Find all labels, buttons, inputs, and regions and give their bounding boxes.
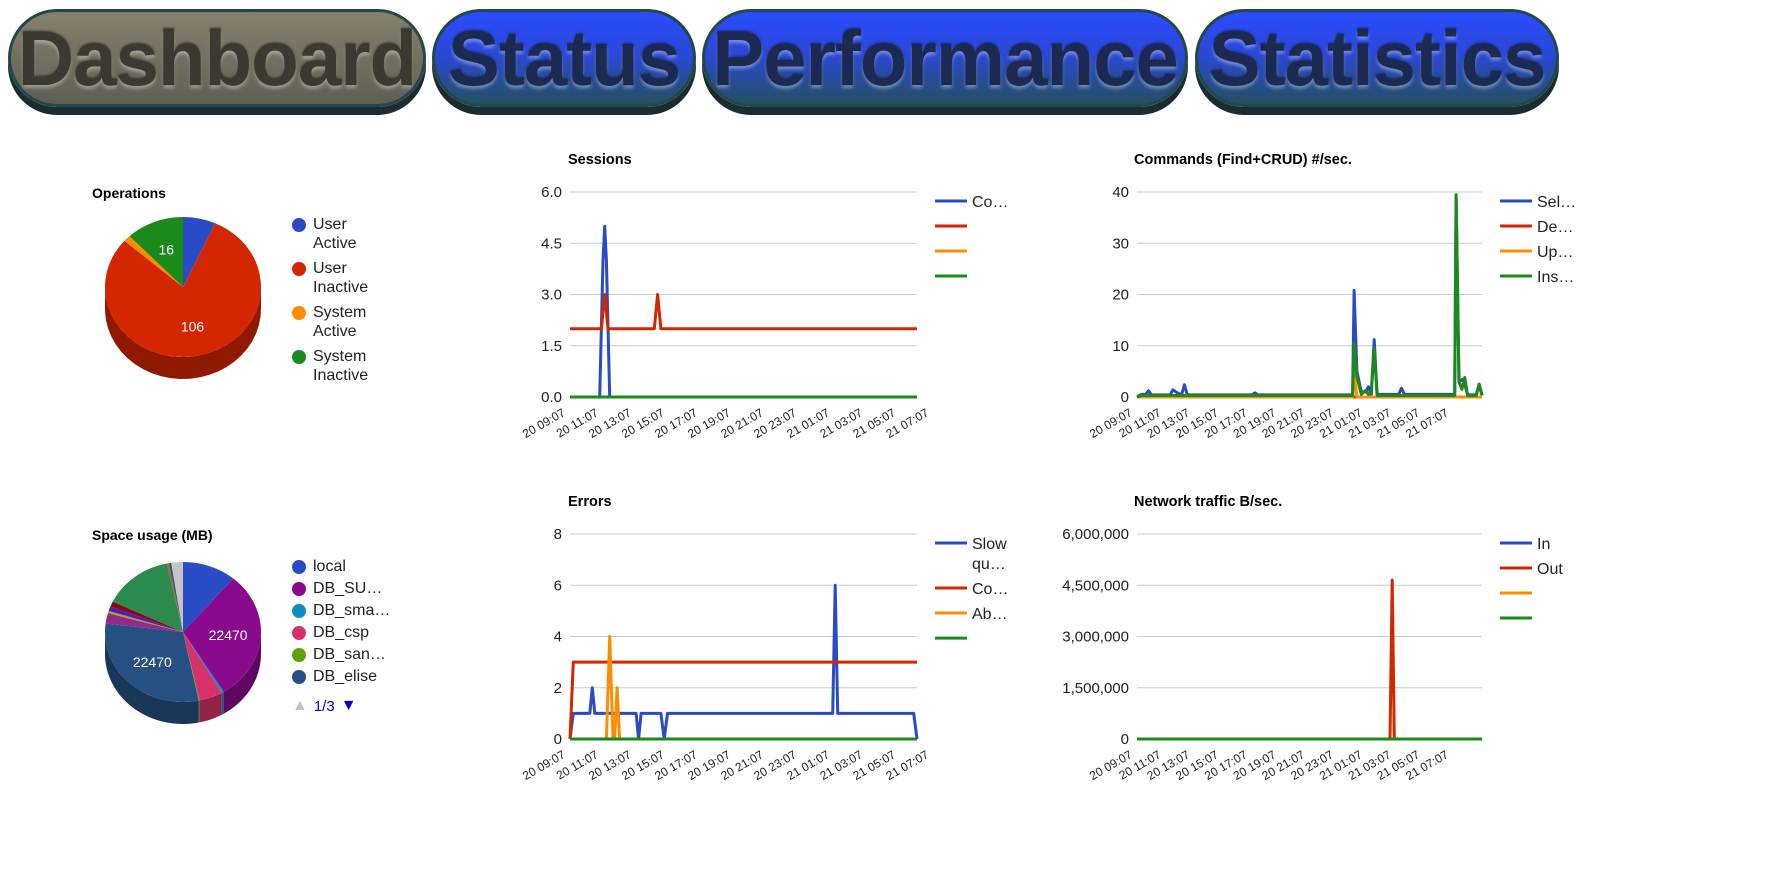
tab-statistics-label: Statistics xyxy=(1208,13,1547,102)
y-tick-label: 40 xyxy=(1112,184,1129,201)
pie-slice-side xyxy=(198,700,200,723)
legend-label: Out xyxy=(1537,561,1563,578)
legend-dot-icon xyxy=(292,626,306,640)
y-tick-label: 0.0 xyxy=(541,389,562,406)
page-up-icon[interactable]: ▲ xyxy=(292,697,308,715)
series-line-3[interactable] xyxy=(1136,193,1484,399)
tab-status-label: Status xyxy=(447,13,681,102)
tab-statistics[interactable]: Statistics xyxy=(1195,9,1559,107)
pie-slice-side xyxy=(221,691,224,715)
legend-item[interactable]: DB_csp xyxy=(292,623,393,642)
legend-item[interactable]: User Inactive xyxy=(292,259,373,297)
y-tick-label: 10 xyxy=(1112,338,1129,355)
legend-label: User Inactive xyxy=(313,260,369,296)
y-tick-label: 1.5 xyxy=(541,338,562,355)
series-line-0[interactable] xyxy=(570,224,917,399)
legend-label: System Inactive xyxy=(313,348,369,384)
space-legend: local DB_SU… DB_sma… DB_csp DB_san… DB_e… xyxy=(292,557,393,689)
legend-item[interactable]: System Inactive xyxy=(292,347,373,385)
y-tick-label: 0 xyxy=(1121,731,1129,748)
legend-item[interactable]: DB_SU… xyxy=(292,579,393,598)
pie-slice-label: 22470 xyxy=(133,654,172,670)
legend-item[interactable]: DB_elise xyxy=(292,667,393,686)
y-tick-label: 30 xyxy=(1112,235,1129,252)
legend-label: Ab… xyxy=(972,606,1008,623)
legend-item[interactable]: User Active xyxy=(292,215,373,253)
legend-dot-icon xyxy=(292,218,306,232)
legend-dot-icon xyxy=(292,582,306,596)
y-tick-label: 0 xyxy=(554,731,562,748)
y-tick-label: 6 xyxy=(554,577,562,594)
sessions-line-chart: Sessions6.04.53.01.50.020 09:0720 11:072… xyxy=(520,152,1008,441)
legend-item[interactable]: System Active xyxy=(292,303,373,341)
legend-label: De… xyxy=(1537,219,1573,236)
network-line-chart: Network traffic B/sec. 6,000,000 4,500,000… xyxy=(1062,494,1563,783)
legend-label: DB_elise xyxy=(313,668,378,685)
series-line-1[interactable] xyxy=(570,293,917,331)
operations-title: Operations xyxy=(92,185,166,201)
legend-item[interactable]: DB_sma… xyxy=(292,601,393,620)
tab-status[interactable]: Status xyxy=(432,9,696,107)
legend-label: DB_sma… xyxy=(313,602,391,619)
space-title: Space usage (MB) xyxy=(92,527,213,543)
legend-dot-icon xyxy=(292,306,306,320)
legend-label: User Active xyxy=(313,216,357,252)
legend-label: In xyxy=(1537,536,1550,553)
legend-label: DB_csp xyxy=(313,624,370,641)
operations-legend: User Active User Inactive System Active … xyxy=(292,215,373,391)
tab-performance[interactable]: Performance xyxy=(702,9,1188,107)
y-tick-label: 3,000,000 xyxy=(1062,629,1129,646)
y-tick-label: 4 xyxy=(554,629,562,646)
y-tick-label: 3.0 xyxy=(541,287,562,304)
legend-dot-icon xyxy=(292,604,306,618)
pie-slice-label: 22470 xyxy=(209,627,248,643)
legend-label: Co… xyxy=(972,194,1008,211)
errors-line-chart: Errors8642020 09:0720 11:0720 13:0720 15… xyxy=(520,494,1008,783)
legend-label: Co… xyxy=(972,581,1008,598)
legend-pager: ▲ 1/3 ▼ xyxy=(292,697,357,715)
series-line-1[interactable] xyxy=(568,660,917,740)
legend-label: qu… xyxy=(972,556,1006,573)
y-tick-label: 8 xyxy=(554,526,562,543)
legend-label: DB_san… xyxy=(313,646,386,663)
legend-dot-icon xyxy=(292,648,306,662)
y-tick-label: 1,500,000 xyxy=(1062,680,1129,697)
y-tick-label: 4,500,000 xyxy=(1062,577,1129,594)
series-line-1[interactable] xyxy=(1137,578,1482,741)
legend-dot-icon xyxy=(292,670,306,684)
legend-label: Slow xyxy=(972,536,1007,553)
legend-dot-icon xyxy=(292,350,306,364)
chart-title: Network traffic B/sec. xyxy=(1134,494,1282,510)
chart-title: Sessions xyxy=(568,152,632,168)
legend-label: Up… xyxy=(1537,244,1573,261)
y-tick-label: 2 xyxy=(554,680,562,697)
page-indicator: 1/3 xyxy=(313,697,335,715)
tab-dashboard-label: Dashboard xyxy=(17,13,417,102)
operations-pie-chart: 106 16 xyxy=(105,217,261,379)
series-line-0[interactable] xyxy=(1136,195,1484,399)
y-tick-label: 6.0 xyxy=(541,184,562,201)
tab-dashboard[interactable]: Dashboard xyxy=(8,9,426,107)
pie-slice-label: 16 xyxy=(159,241,175,257)
legend-label: System Active xyxy=(313,304,367,340)
chart-title: Errors xyxy=(568,494,612,510)
legend-dot-icon xyxy=(292,262,306,276)
legend-label: local xyxy=(313,558,346,575)
tab-performance-label: Performance xyxy=(712,13,1179,102)
legend-item[interactable]: local xyxy=(292,557,393,576)
y-tick-label: 0 xyxy=(1121,389,1129,406)
chart-title: Commands (Find+CRUD) #/sec. xyxy=(1134,152,1352,168)
y-tick-label: 6,000,000 xyxy=(1062,526,1129,543)
legend-dot-icon xyxy=(292,560,306,574)
legend-label: Sel… xyxy=(1537,194,1576,211)
y-tick-label: 20 xyxy=(1112,287,1129,304)
commands-line-chart: Commands (Find+CRUD) #/sec.40302010020 0… xyxy=(1090,152,1576,441)
y-tick-label: 4.5 xyxy=(541,235,562,252)
space-pie-chart: 22470 22470 xyxy=(105,562,261,724)
legend-label: DB_SU… xyxy=(313,580,383,597)
page-down-icon[interactable]: ▼ xyxy=(341,697,357,715)
legend-label: Ins… xyxy=(1537,269,1574,286)
pie-slice-label: 106 xyxy=(181,319,205,335)
legend-item[interactable]: DB_san… xyxy=(292,645,393,664)
